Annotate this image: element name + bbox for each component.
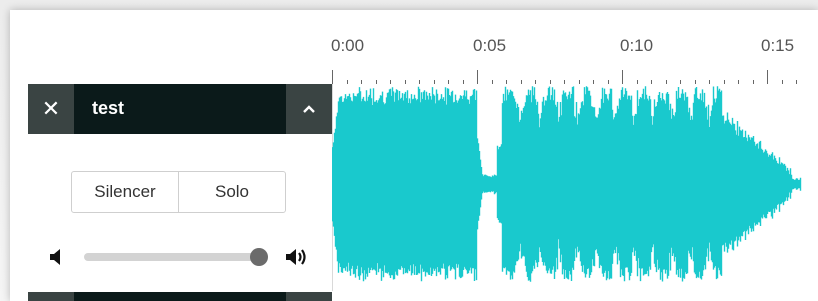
timeline-tick	[332, 70, 333, 84]
timeline-tick	[622, 70, 623, 84]
speaker-low-icon	[50, 249, 60, 265]
collapse-track-button[interactable]	[286, 84, 332, 134]
timeline-ticks	[331, 54, 808, 84]
track-waveform[interactable]	[332, 84, 808, 291]
time-label-0: 0:00	[331, 36, 365, 55]
volume-slider[interactable]	[84, 248, 268, 266]
speaker-high-icon	[286, 249, 306, 265]
volume-slider-thumb[interactable]	[249, 248, 268, 266]
time-label-10: 0:10	[620, 36, 654, 55]
chevron-up-icon	[303, 105, 315, 113]
app-window: 0:00 0:05 0:10 0:15 ✕ test Silencer Solo	[0, 0, 818, 301]
waveform-path	[332, 86, 802, 282]
track-name: test	[92, 98, 125, 118]
timeline[interactable]: 0:00 0:05 0:10 0:15	[331, 30, 808, 90]
close-track-button[interactable]: ✕	[28, 84, 74, 134]
timeline-tick	[767, 70, 768, 84]
mute-solo-group: Silencer Solo	[71, 171, 286, 213]
track-header: ✕ test	[28, 84, 332, 134]
volume-control	[48, 244, 318, 270]
solo-button[interactable]: Solo	[179, 172, 285, 212]
mute-button[interactable]: Silencer	[72, 172, 179, 212]
timeline-tick	[477, 70, 478, 84]
time-label-15: 0:15	[761, 36, 795, 55]
close-icon: ✕	[41, 96, 61, 121]
time-label-5: 0:05	[473, 36, 507, 55]
track-controls: ✕ test Silencer Solo	[28, 84, 333, 291]
next-track-header-edge	[28, 292, 332, 301]
